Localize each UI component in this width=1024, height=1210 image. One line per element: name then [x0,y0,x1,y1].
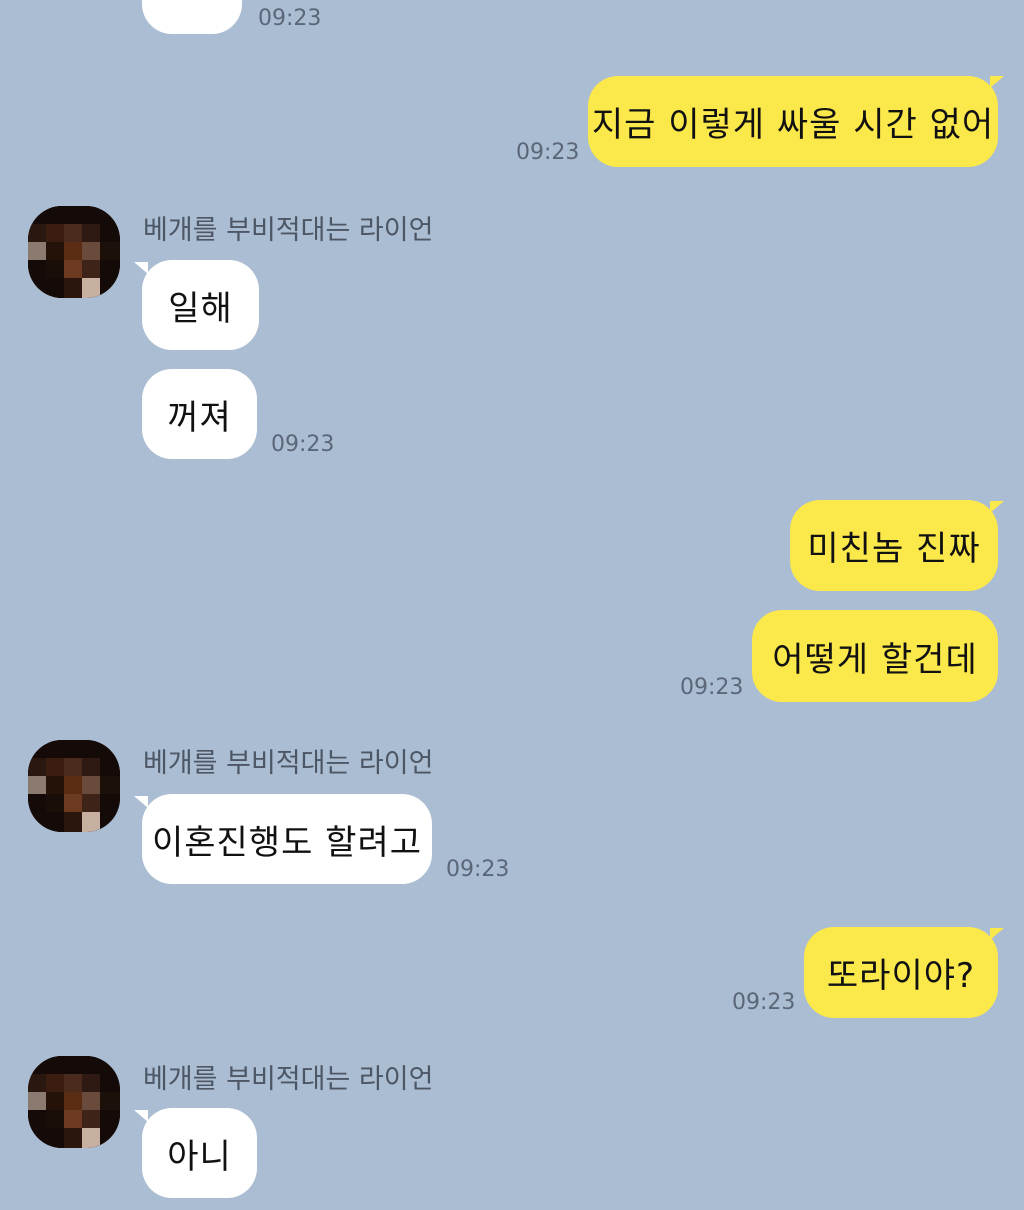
chat-bubble-outgoing[interactable]: 어떻게 할건데 [752,610,998,702]
avatar[interactable] [28,206,120,298]
blurred-avatar-icon [28,1056,120,1148]
bubble-tail [134,1110,148,1122]
bubble-tail [134,796,148,808]
message-timestamp: 09:23 [446,857,510,882]
message-timestamp: 09:23 [680,675,744,700]
avatar[interactable] [28,1056,120,1148]
message-timestamp: 09:23 [258,6,322,31]
chat-bubble-outgoing[interactable]: 또라이야? [804,927,998,1018]
bubble-tail [990,928,1004,940]
message-timestamp: 09:23 [271,432,335,457]
message-text: 아니 [167,1136,232,1177]
blurred-avatar-icon [28,206,120,298]
chat-bubble-incoming[interactable]: 일해 [142,260,259,350]
sender-name: 베개를 부비적대는 라이언 [143,1064,434,1095]
message-text: 일해 [168,288,233,329]
bubble-tail [990,501,1004,513]
chat-bubble-incoming[interactable]: 이혼진행도 할려고 [142,794,432,884]
bubble-tail [990,76,1004,88]
message-timestamp: 09:23 [732,990,796,1015]
chat-bubble-incoming[interactable] [142,0,242,34]
message-text: 어떻게 할건데 [772,639,978,680]
chat-bubble-incoming[interactable]: 꺼져 [142,369,257,459]
chat-bubble-outgoing[interactable]: 지금 이렇게 싸울 시간 없어 [588,76,998,167]
sender-name: 베개를 부비적대는 라이언 [143,748,434,779]
message-text: 이혼진행도 할려고 [151,822,423,863]
message-text: 꺼져 [167,397,232,438]
message-timestamp: 09:23 [516,140,580,165]
chat-bubble-outgoing[interactable]: 미친놈 진짜 [790,500,998,591]
bubble-tail [134,262,148,274]
chat-bubble-incoming[interactable]: 아니 [142,1108,257,1198]
blurred-avatar-icon [28,740,120,832]
message-text: 지금 이렇게 싸울 시간 없어 [591,105,995,145]
sender-name: 베개를 부비적대는 라이언 [143,215,434,246]
avatar[interactable] [28,740,120,832]
message-text: 또라이야? [826,956,976,996]
message-text: 미친놈 진짜 [807,529,981,569]
